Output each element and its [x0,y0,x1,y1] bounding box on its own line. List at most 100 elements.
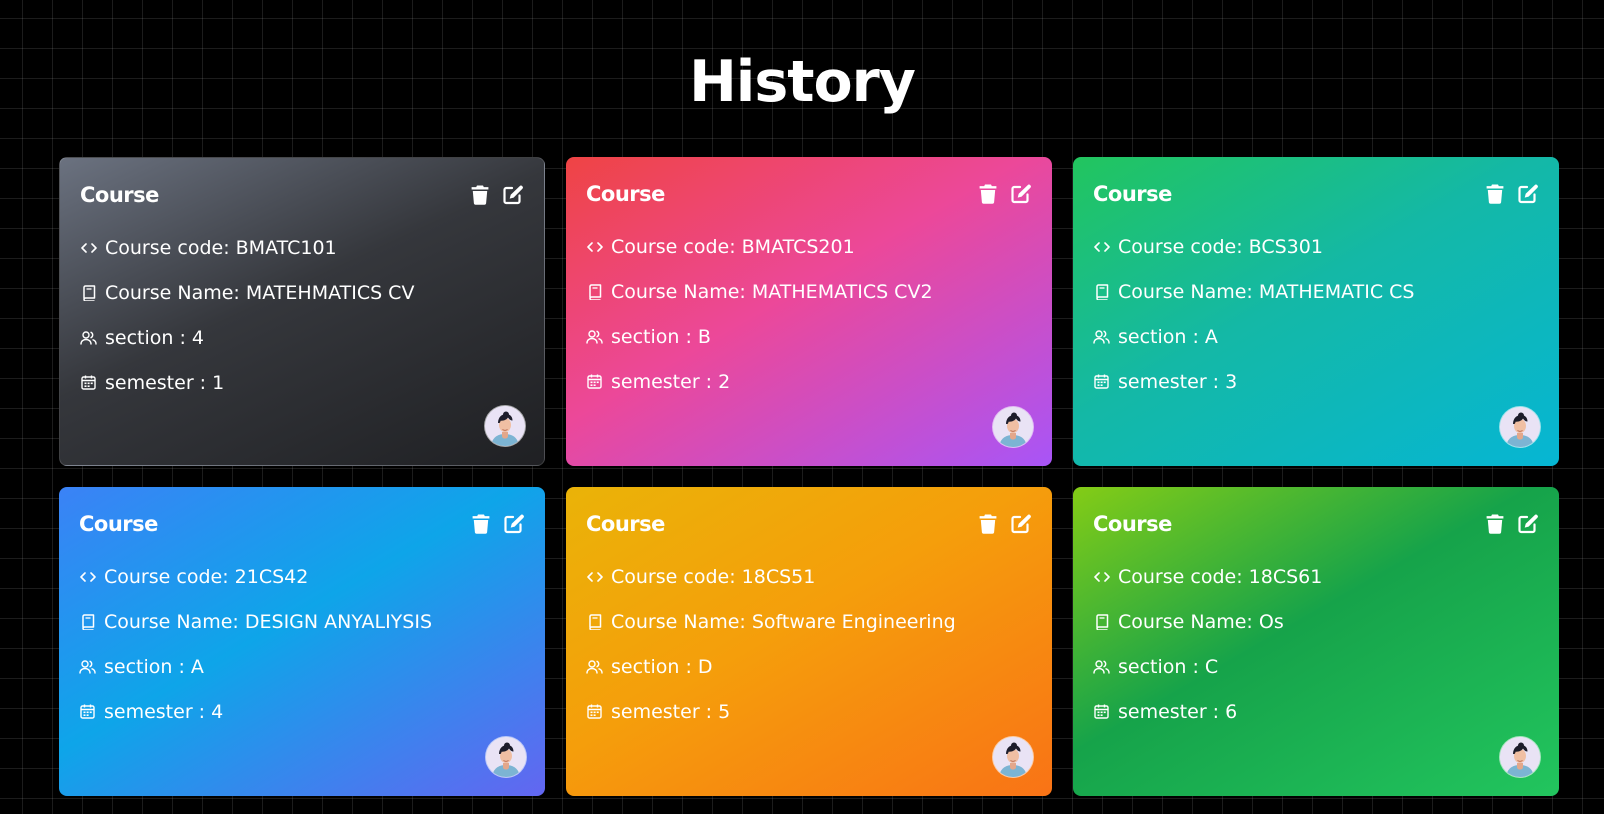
course-name-row: Course Name: Os [1093,599,1539,644]
calendar-icon [586,373,603,390]
user-avatar[interactable] [993,737,1033,777]
section-label: section : [1118,325,1205,348]
edit-button[interactable] [1517,183,1539,205]
card-title: Course [79,512,158,536]
edit-button[interactable] [502,184,524,206]
semester-row: semester : 3 [1093,359,1539,404]
card-header: Course [586,179,1032,209]
course-code-label: Course code: [105,236,236,259]
semester-value: 5 [718,700,731,723]
edit-icon [502,185,523,205]
course-card: Course [1073,487,1559,796]
semester-row: semester : 6 [1093,689,1539,734]
section-value: A [190,655,204,678]
card-fields: Course code: BMATCS201 Course Name: MATH… [586,224,1032,404]
code-brackets-icon [1093,568,1110,585]
delete-button[interactable] [1484,513,1506,535]
users-icon [1093,658,1110,675]
section-label: section : [1118,655,1205,678]
card-header: Course [1093,179,1539,209]
course-name-value: DESIGN ANYALIYSIS [244,610,433,633]
delete-button[interactable] [469,184,491,206]
card-title: Course [586,512,665,536]
page-title: History [689,49,916,115]
course-name-label: Course Name: [611,610,752,633]
course-name-label: Course Name: [1118,610,1259,633]
course-code-label: Course code: [611,565,742,588]
delete-button[interactable] [470,513,492,535]
card-header: Course [1093,509,1539,539]
course-card: Course [59,487,545,796]
card-fields: Course code: BMATC101 Course Name: MATEH… [80,225,524,405]
card-title: Course [1093,512,1172,536]
edit-icon [1010,514,1031,534]
course-name-value: Software Engineering [751,610,956,633]
user-avatar[interactable] [485,406,525,446]
section-row: section : B [586,314,1032,359]
code-brackets-icon [586,568,603,585]
course-name-row: Course Name: DESIGN ANYALIYSIS [79,599,525,644]
card-header: Course [79,509,525,539]
book-icon [79,613,96,630]
user-avatar[interactable] [486,737,526,777]
card-fields: Course code: 21CS42 Course Name: DESIGN … [79,554,525,734]
course-code-value: 21CS42 [234,565,309,588]
section-value: 4 [191,326,205,349]
card-fields: Course code: 18CS51 Course Name: Softwar… [586,554,1032,734]
code-brackets-icon [586,238,603,255]
trash-icon [1486,184,1504,204]
user-avatar[interactable] [993,407,1033,447]
semester-label: semester : [611,700,719,723]
course-card: Course [566,487,1052,796]
course-code-label: Course code: [1118,235,1249,258]
edit-button[interactable] [503,513,525,535]
course-code-row: Course code: 18CS51 [586,554,1032,599]
section-row: section : D [586,644,1032,689]
section-value: D [697,655,713,678]
user-avatar[interactable] [1500,407,1540,447]
card-actions [977,513,1032,535]
section-row: section : C [1093,644,1539,689]
edit-icon [503,514,524,534]
edit-button[interactable] [1010,513,1032,535]
users-icon [80,329,97,346]
user-avatar[interactable] [1500,737,1540,777]
course-code-value: BCS301 [1248,235,1323,258]
section-row: section : 4 [80,315,524,360]
course-name-row: Course Name: Software Engineering [586,599,1032,644]
users-icon [586,328,603,345]
course-name-value: Os [1258,610,1284,633]
course-code-row: Course code: BCS301 [1093,224,1539,269]
edit-button[interactable] [1010,183,1032,205]
delete-button[interactable] [977,513,999,535]
card-actions [469,184,524,206]
card-actions [1484,513,1539,535]
trash-icon [1486,514,1504,534]
card-title: Course [586,182,665,206]
course-code-label: Course code: [104,565,235,588]
course-card-grid: Course Course code: BMATC101 Course Name… [59,157,1559,796]
semester-label: semester : [105,371,213,394]
course-name-value: MATHEMATIC CS [1258,280,1415,303]
semester-value: 6 [1225,700,1238,723]
course-code-value: 18CS61 [1248,565,1323,588]
calendar-icon [1093,373,1110,390]
semester-row: semester : 4 [79,689,525,734]
course-name-label: Course Name: [104,610,245,633]
course-name-label: Course Name: [1118,280,1259,303]
section-value: B [697,325,711,348]
delete-button[interactable] [977,183,999,205]
card-fields: Course code: 18CS61 Course Name: Os sect… [1093,554,1539,734]
users-icon [586,658,603,675]
section-value: A [1204,325,1218,348]
course-code-row: Course code: 21CS42 [79,554,525,599]
card-header: Course [80,180,524,210]
delete-button[interactable] [1484,183,1506,205]
semester-label: semester : [1118,370,1226,393]
course-code-row: Course code: BMATCS201 [586,224,1032,269]
edit-button[interactable] [1517,513,1539,535]
trash-icon [979,514,997,534]
course-name-label: Course Name: [105,281,246,304]
card-title: Course [80,183,159,207]
users-icon [1093,328,1110,345]
